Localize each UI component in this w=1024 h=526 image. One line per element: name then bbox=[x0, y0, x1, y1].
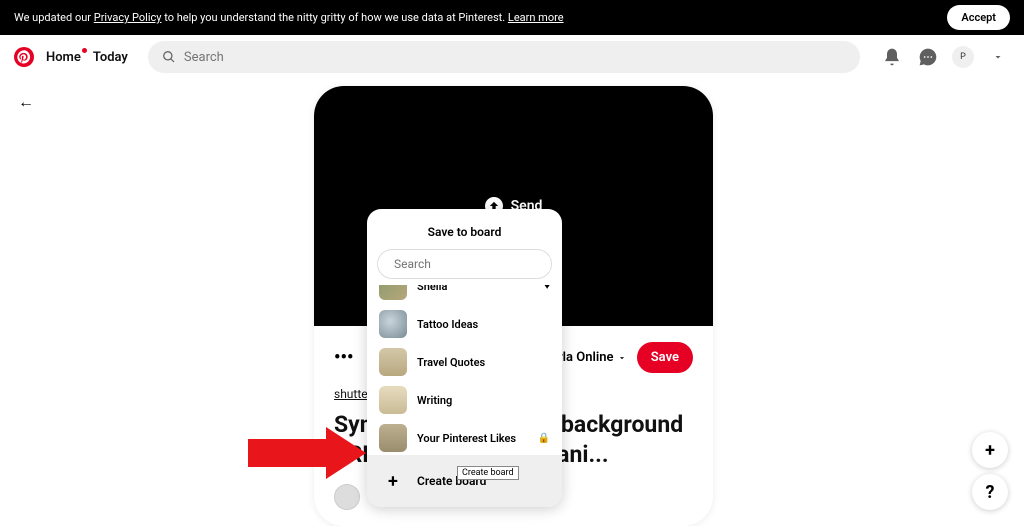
search-icon bbox=[162, 50, 176, 64]
create-board-button[interactable]: + Create board bbox=[367, 455, 562, 507]
banner-prefix: We updated our bbox=[14, 11, 94, 24]
board-thumb bbox=[379, 310, 407, 338]
pinterest-logo-icon[interactable] bbox=[14, 47, 34, 67]
banner-mid: to help you understand the nitty gritty … bbox=[161, 11, 507, 24]
create-board-tooltip: Create board bbox=[457, 466, 519, 480]
board-thumb bbox=[379, 386, 407, 414]
board-name: Writing bbox=[417, 394, 452, 407]
privacy-policy-link[interactable]: Privacy Policy bbox=[94, 11, 162, 24]
plus-icon: + bbox=[379, 467, 407, 495]
more-icon[interactable]: ••• bbox=[334, 347, 353, 368]
board-item[interactable]: Your Pinterest Likes 🔒 bbox=[367, 419, 562, 455]
lock-icon: 🔒 bbox=[538, 433, 550, 444]
board-thumb bbox=[379, 285, 407, 300]
board-thumb bbox=[379, 424, 407, 452]
profile-avatar[interactable]: P bbox=[952, 46, 974, 68]
board-thumb bbox=[379, 348, 407, 376]
board-name: Shella bbox=[417, 285, 447, 293]
board-item[interactable]: Travel Quotes bbox=[367, 343, 562, 381]
board-name: Travel Quotes bbox=[417, 356, 485, 369]
accept-button[interactable]: Accept bbox=[947, 5, 1010, 30]
notifications-icon[interactable] bbox=[880, 45, 904, 69]
annotation-arrow bbox=[248, 439, 328, 467]
learn-more-link[interactable]: Learn more bbox=[508, 11, 564, 24]
board-item[interactable]: Writing bbox=[367, 381, 562, 419]
board-list[interactable]: Shella ♥ Tattoo Ideas Travel Quotes Writi… bbox=[367, 285, 562, 455]
privacy-banner: We updated our Privacy Policy to help yo… bbox=[0, 0, 1024, 35]
board-item[interactable]: Tattoo Ideas bbox=[367, 305, 562, 343]
back-button[interactable]: ← bbox=[18, 92, 34, 112]
dropdown-title: Save to board bbox=[367, 219, 562, 249]
board-name: Your Pinterest Likes bbox=[417, 432, 516, 445]
notification-dot-icon bbox=[82, 48, 87, 53]
board-search[interactable] bbox=[377, 249, 552, 279]
board-search-input[interactable] bbox=[394, 257, 550, 271]
nav-home[interactable]: Home bbox=[46, 50, 81, 65]
save-to-board-dropdown: Save to board Shella ♥ Tattoo Ideas Trave… bbox=[367, 209, 562, 507]
privacy-text: We updated our Privacy Policy to help yo… bbox=[14, 11, 564, 24]
add-fab[interactable]: + bbox=[972, 432, 1008, 468]
help-fab[interactable]: ? bbox=[972, 474, 1008, 510]
chevron-down-icon[interactable] bbox=[986, 45, 1010, 69]
search-input[interactable] bbox=[184, 50, 846, 65]
heart-icon: ♥ bbox=[544, 285, 550, 292]
topbar: Home Today P bbox=[0, 35, 1024, 79]
save-button[interactable]: Save bbox=[637, 342, 693, 373]
board-name: Tattoo Ideas bbox=[417, 318, 478, 331]
author-avatar bbox=[334, 484, 360, 510]
messages-icon[interactable] bbox=[916, 45, 940, 69]
nav-today[interactable]: Today bbox=[93, 50, 128, 65]
board-item[interactable]: Shella ♥ bbox=[367, 285, 562, 305]
search-bar[interactable] bbox=[148, 41, 860, 73]
